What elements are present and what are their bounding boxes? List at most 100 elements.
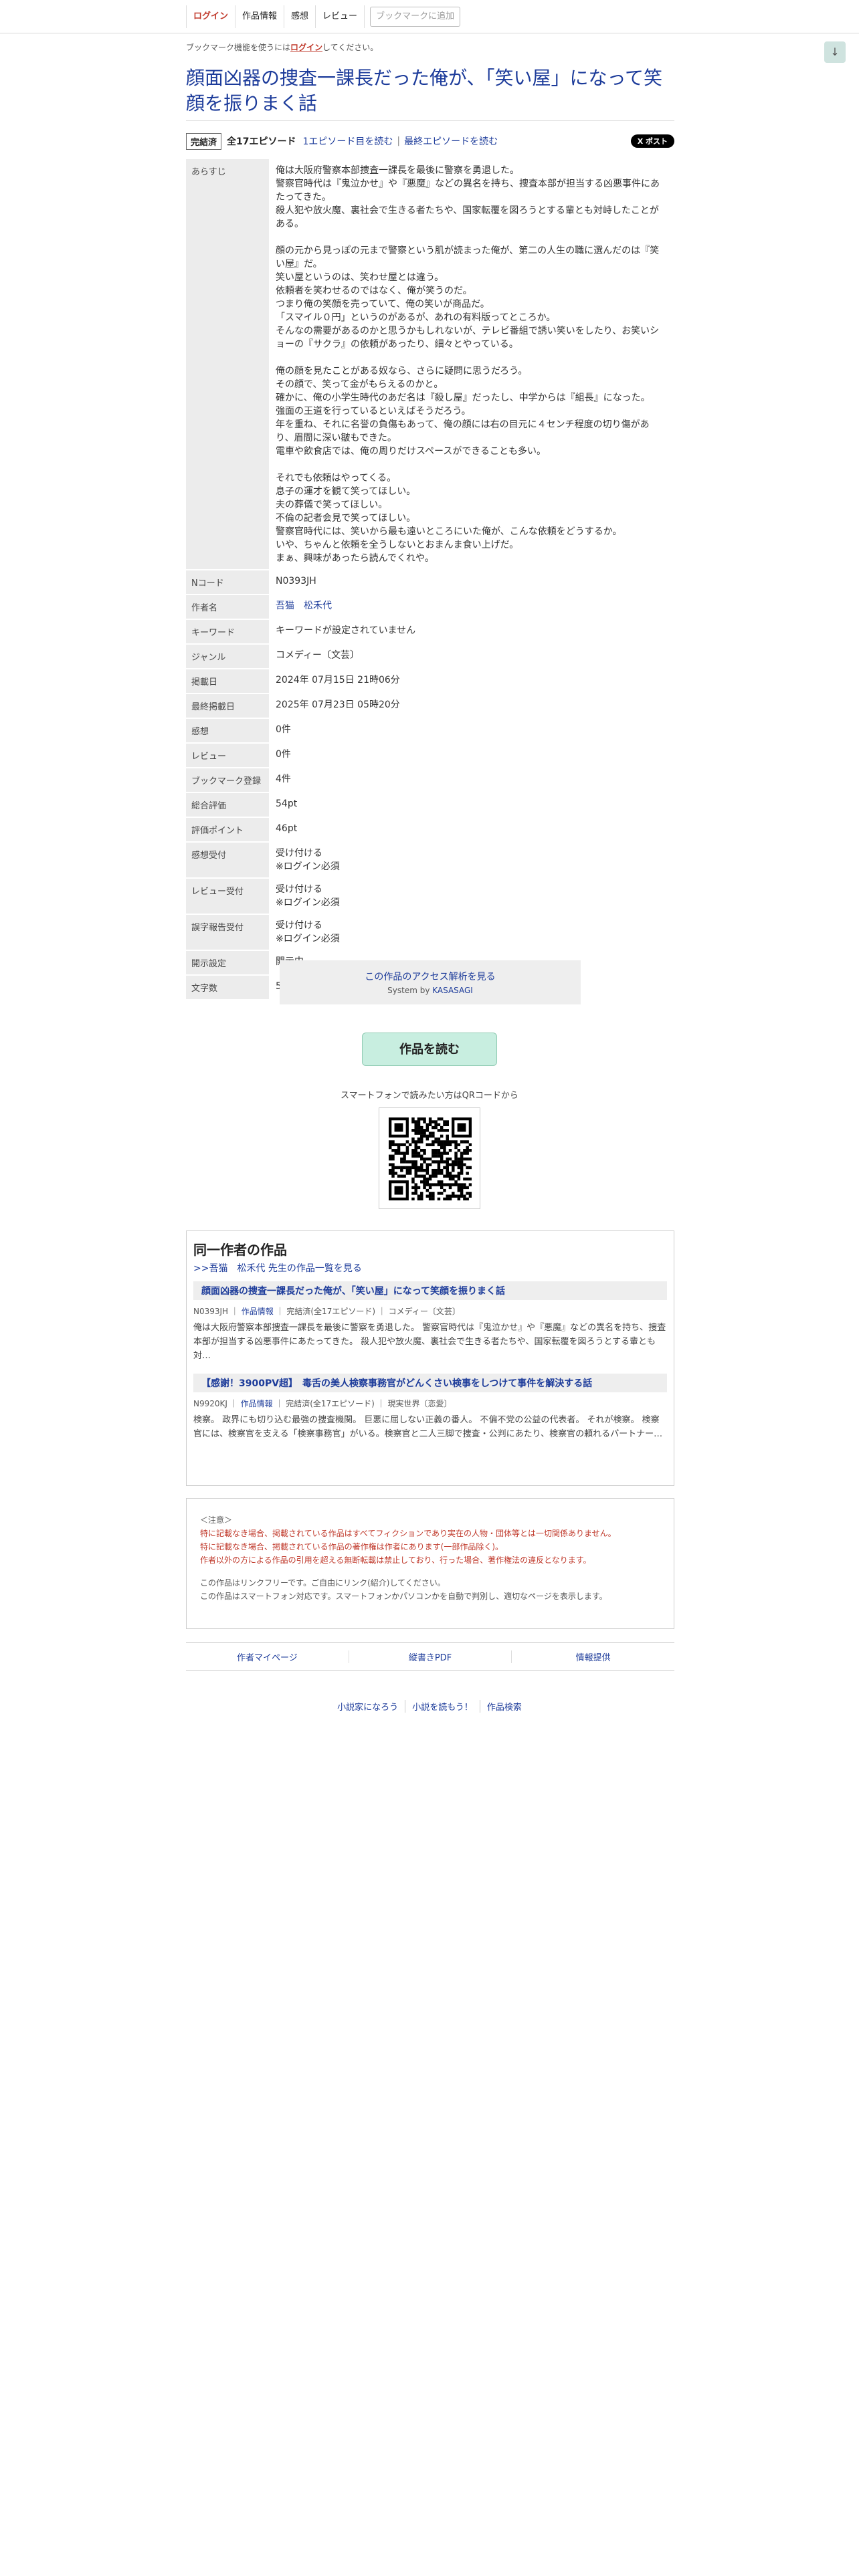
info-value-cell: 受け付ける ※ログイン必須	[269, 878, 674, 914]
info-value: 受け付ける	[276, 920, 322, 931]
episode-link-separator: |	[397, 136, 401, 146]
title-divider	[186, 120, 674, 121]
info-sub-note: ※ログイン必須	[276, 897, 340, 908]
info-label: 文字数	[186, 975, 269, 1000]
info-row: ジャンル コメディー〔文芸〕	[186, 644, 674, 669]
work-description: 検察。 政界にも切り込む最強の捜査機関。 巨悪に屈しない正義の番人。 不偏不党の…	[193, 1415, 663, 1439]
info-value-cell: コメディー〔文芸〕	[269, 644, 674, 669]
info-value-cell: 吾猫 松禾代	[269, 595, 674, 619]
info-sub-note: ※ログイン必須	[276, 934, 340, 944]
author-name-link[interactable]: 吾猫 松禾代	[276, 601, 332, 611]
info-value: N0393JH	[276, 576, 316, 586]
work-info-link[interactable]: 作品情報	[242, 1307, 274, 1316]
author-works-link[interactable]: >>吾猫 松禾代 先生の作品一覧を見る	[193, 1261, 667, 1275]
info-value: 受け付ける	[276, 848, 322, 859]
work-info-table: あらすじ 俺は大阪府警察本部捜査一課長を最後に警察を勇退した。 警察官時代は『鬼…	[186, 159, 674, 1000]
info-row: 総合評価 54pt	[186, 792, 674, 818]
login-note-prefix: ブックマーク機能を使うには	[186, 43, 291, 52]
synopsis: 俺は大阪府警察本部捜査一課長を最後に警察を勇退した。 警察官時代は『鬼泣かせ』や…	[269, 159, 674, 570]
info-value: 0件	[276, 749, 291, 760]
info-value-cell: N0393JH	[269, 570, 674, 595]
info-value-cell: 46pt	[269, 817, 674, 842]
qr-code-icon	[389, 1117, 472, 1200]
info-row: 感想受付 受け付ける ※ログイン必須	[186, 842, 674, 879]
info-row: 誤字報告受付 受け付ける ※ログイン必須	[186, 914, 674, 951]
system-by: System by KASASAGI	[280, 986, 581, 995]
access-analysis-link[interactable]: この作品のアクセス解析を見る	[280, 970, 581, 983]
scroll-down-icon[interactable]: ↓	[824, 41, 846, 63]
same-author-section: 同一作者の作品 >>吾猫 松禾代 先生の作品一覧を見る 顔面凶器の捜査一課長だっ…	[186, 1230, 674, 1486]
info-row: 最終掲載日 2025年 07月23日 05時20分	[186, 693, 674, 719]
author-mypage-link[interactable]: 作者マイページ	[186, 1650, 349, 1663]
read-work-button[interactable]: 作品を読む	[362, 1033, 497, 1066]
work-title-link[interactable]: 顔面凶器の捜査一課長だった俺が、「笑い屋」になって笑顔を振りまく話	[193, 1281, 667, 1300]
work-status: 完結済(全17エピソード)	[286, 1399, 375, 1408]
vertical-pdf-link[interactable]: 縦書きPDF	[349, 1650, 512, 1663]
site-link-search[interactable]: 作品検索	[480, 1700, 529, 1713]
work-title-link[interactable]: 【感謝！3900PV超】 毒舌の美人検察事務官がどんくさい検事をしつけて事件を解…	[193, 1374, 667, 1392]
login-link[interactable]: ログイン	[186, 5, 236, 28]
report-info-link[interactable]: 情報提供	[512, 1650, 674, 1663]
synopsis-paragraph: 顔の元から見っぽの元まで警察という肌が読まった俺が、第二の人生の職に選んだのは『…	[276, 245, 660, 350]
add-bookmark-button[interactable]: ブックマークに追加	[370, 7, 461, 27]
site-link-narou[interactable]: 小説家になろう	[330, 1700, 406, 1713]
footer-links: 作者マイページ 縦書きPDF 情報提供	[186, 1642, 674, 1671]
synopsis-paragraph: 俺の顔を見たことがある奴なら、さらに疑問に思うだろう。 その顔で、笑って金がもら…	[276, 366, 650, 457]
info-label: 最終掲載日	[186, 693, 269, 719]
nav-review[interactable]: レビュー	[316, 5, 365, 28]
info-value: 受け付ける	[276, 884, 322, 895]
episode-row: 完結済 全17エピソード 1エピソード目を読む | 最終エピソードを読む X ポ…	[186, 132, 674, 150]
info-value: 46pt	[276, 823, 298, 834]
login-note: ブックマーク機能を使うにはログインしてください。	[186, 41, 378, 53]
info-value: 2024年 07月15日 21時06分	[276, 675, 400, 685]
info-value-cell: 4件	[269, 768, 674, 792]
info-row: ブックマーク登録 4件	[186, 768, 674, 793]
qr-code	[379, 1107, 480, 1209]
notice-heading: ＜注意＞	[200, 1515, 233, 1525]
site-link-yomou[interactable]: 小説を読もう！	[405, 1700, 480, 1713]
work-genre: 現実世界〔恋愛〕	[387, 1399, 452, 1408]
notice-box: ＜注意＞ 特に記載なき場合、掲載されている作品はすべてフィクションであり実在の人…	[186, 1498, 674, 1629]
info-label: Nコード	[186, 570, 269, 595]
synopsis-paragraph: 俺は大阪府警察本部捜査一課長を最後に警察を勇退した。 警察官時代は『鬼泣かせ』や…	[276, 165, 660, 229]
info-value-cell: 受け付ける ※ログイン必須	[269, 914, 674, 950]
info-label: 誤字報告受付	[186, 914, 269, 951]
work-item: 顔面凶器の捜査一課長だった俺が、「笑い屋」になって笑顔を振りまく話 N0393J…	[193, 1281, 667, 1363]
notice-line: 作者以外の方による作品の引用を超える無断転載は禁止しており、行った場合、著作権法…	[200, 1555, 591, 1565]
status-badge: 完結済	[186, 132, 222, 150]
info-value-cell: 0件	[269, 743, 674, 768]
work-ncode: N9920KJ	[193, 1399, 227, 1408]
info-sub-note: ※ログイン必須	[276, 861, 340, 872]
info-label: ジャンル	[186, 644, 269, 669]
login-note-link[interactable]: ログイン	[290, 43, 322, 52]
info-value-cell: キーワードが設定されていません	[269, 619, 674, 644]
notice-line: 特に記載なき場合、掲載されている作品の著作権は作者にあります(一部作品除く)。	[200, 1542, 504, 1551]
synopsis-row: あらすじ 俺は大阪府警察本部捜査一課長を最後に警察を勇退した。 警察官時代は『鬼…	[186, 159, 674, 570]
top-nav: ログイン 作品情報 感想 レビュー ブックマークに追加	[186, 5, 461, 28]
read-last-episode-link[interactable]: 最終エピソードを読む	[404, 134, 498, 148]
system-by-prefix: System by	[387, 986, 433, 995]
nav-work-info[interactable]: 作品情報	[235, 5, 285, 28]
x-post-button[interactable]: X ポスト	[630, 134, 674, 148]
info-value-cell: 2025年 07月23日 05時20分	[269, 693, 674, 718]
top-bar: ログイン 作品情報 感想 レビュー ブックマークに追加	[0, 0, 859, 33]
kasasagi-link[interactable]: KASASAGI	[432, 986, 473, 995]
info-label: レビュー受付	[186, 878, 269, 915]
info-label: 開示設定	[186, 950, 269, 976]
site-links: 小説家になろう 小説を読もう！ 作品検索	[0, 1700, 859, 1713]
info-label: 掲載日	[186, 669, 269, 694]
synopsis-label: あらすじ	[186, 159, 269, 570]
novel-title: 顔面凶器の捜査一課長だった俺が、「笑い屋」になって笑顔を振りまく話	[186, 67, 663, 114]
info-row: 評価ポイント 46pt	[186, 817, 674, 843]
work-meta: N0393JH ｜ 作品情報 ｜ 完結済(全17エピソード) ｜ コメディー〔文…	[193, 1307, 460, 1316]
work-info-link[interactable]: 作品情報	[241, 1399, 273, 1408]
login-note-suffix: してください。	[322, 43, 379, 52]
nav-impressions[interactable]: 感想	[284, 5, 316, 28]
info-row: レビュー 0件	[186, 743, 674, 768]
read-first-episode-link[interactable]: 1エピソード目を読む	[303, 134, 393, 148]
info-label: ブックマーク登録	[186, 768, 269, 793]
synopsis-paragraph: それでも依頼はやってくる。 息子の運才を観て笑ってほしい。 夫の葬儀で笑ってほし…	[276, 473, 622, 564]
notice-line: この作品はスマートフォン対応です。スマートフォンかパソコンかを自動で判別し、適切…	[200, 1592, 607, 1601]
info-row: 感想 0件	[186, 718, 674, 744]
info-value: 54pt	[276, 798, 298, 809]
